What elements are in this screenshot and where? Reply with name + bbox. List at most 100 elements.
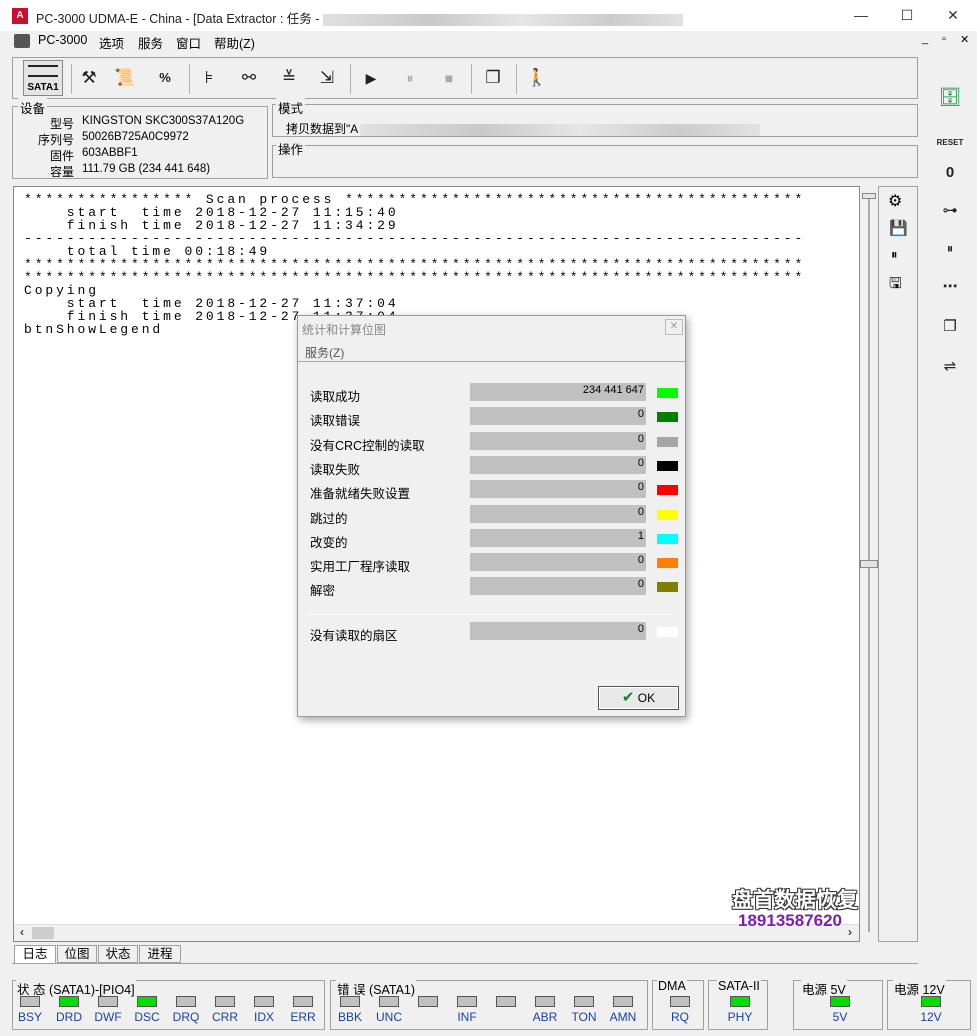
pause-device-icon[interactable]: ⏸ bbox=[932, 232, 968, 266]
probe-icon[interactable]: ⊶ bbox=[932, 194, 968, 228]
play-icon[interactable]: ▶ bbox=[355, 62, 387, 94]
power-zero-icon[interactable]: 0 bbox=[932, 156, 968, 190]
scroll-thumb[interactable] bbox=[32, 927, 54, 939]
status-led bbox=[293, 996, 313, 1007]
maximize-button[interactable]: ☐ bbox=[884, 0, 930, 31]
operation-group-label: 操作 bbox=[276, 139, 306, 158]
dialog-divider bbox=[307, 614, 673, 615]
status-led-label: ABR bbox=[532, 1010, 558, 1024]
stat-value-bar: 0 bbox=[470, 480, 646, 499]
stat-color-swatch bbox=[657, 509, 678, 520]
mode-group-label: 模式 bbox=[276, 98, 306, 117]
tab-status[interactable]: 状态 bbox=[98, 945, 138, 963]
settings-icon[interactable]: ⚙ bbox=[888, 191, 902, 211]
slider-thumb[interactable] bbox=[860, 560, 878, 568]
dialog-menu-service[interactable]: 服务(Z) bbox=[305, 344, 344, 361]
tab-log[interactable]: 日志 bbox=[14, 945, 56, 964]
scroll-icon[interactable]: 📜 bbox=[109, 62, 141, 94]
stat-color-swatch bbox=[657, 533, 678, 544]
toolbar-separator bbox=[189, 64, 190, 94]
copy-close-icon[interactable]: ❐ bbox=[932, 310, 968, 344]
stat-label: 改变的 bbox=[310, 535, 348, 550]
ok-label: OK bbox=[637, 691, 656, 705]
stack-icon[interactable]: ≚ bbox=[273, 62, 305, 94]
status-led bbox=[59, 996, 79, 1007]
status-led-label: BBK bbox=[337, 1010, 362, 1024]
unread-sectors-label: 没有读取的扇区 bbox=[310, 629, 398, 643]
menu-pc3000[interactable]: PC-3000 bbox=[38, 33, 87, 47]
stat-color-swatch bbox=[657, 485, 678, 496]
status-led bbox=[921, 996, 941, 1007]
dialog-title: 统计和计算位图 bbox=[302, 323, 387, 337]
right-command-bar: 🗄 RESET 0 ⊶ ⏸ ⋯ ❐ ⇌ bbox=[926, 80, 974, 380]
sata-port-button[interactable]: SATA1 bbox=[23, 60, 63, 96]
status-led bbox=[496, 996, 516, 1007]
child-restore-button[interactable]: ▫ bbox=[942, 33, 946, 45]
capacity-label: 容量 bbox=[49, 165, 74, 179]
status-led-label: 12V bbox=[920, 1010, 942, 1024]
reset-button[interactable]: RESET bbox=[932, 120, 968, 154]
status-led bbox=[137, 996, 157, 1007]
binoculars-icon[interactable]: ⚯ bbox=[233, 62, 265, 94]
status-led-label: DRD bbox=[56, 1010, 82, 1024]
status-led bbox=[254, 996, 274, 1007]
tab-bitmap[interactable]: 位图 bbox=[57, 945, 97, 963]
run-icon[interactable]: 🚶 bbox=[521, 62, 553, 94]
watermark-phone: 18913587620 bbox=[738, 911, 843, 930]
stat-value-bar: 0 bbox=[470, 455, 646, 474]
stat-value-bar: 0 bbox=[470, 407, 646, 426]
save-icon[interactable]: 💾 bbox=[889, 219, 908, 237]
pause-log-icon[interactable]: ⏸ bbox=[891, 247, 898, 263]
stat-color-swatch bbox=[657, 582, 678, 593]
percent-icon[interactable]: % bbox=[149, 62, 181, 94]
ok-button[interactable]: ✔ OK bbox=[598, 686, 679, 710]
slider-top-handle[interactable] bbox=[862, 193, 876, 199]
sata-port-label: SATA1 bbox=[27, 82, 59, 93]
stat-label: 读取错误 bbox=[310, 414, 361, 429]
connector-icon[interactable]: ⇌ bbox=[932, 350, 968, 384]
menu-window[interactable]: 窗口 bbox=[176, 33, 201, 52]
copy-window-icon[interactable]: ❐ bbox=[477, 62, 509, 94]
dialog-close-button[interactable]: ✕ bbox=[665, 319, 683, 335]
menu-options[interactable]: 选项 bbox=[99, 33, 124, 52]
status-led bbox=[340, 996, 360, 1007]
scroll-left-icon[interactable]: ‹ bbox=[20, 925, 24, 939]
watermark-name: 盘首数据恢复 bbox=[732, 889, 858, 912]
stat-label: 读取成功 bbox=[310, 390, 361, 404]
model-value: KINGSTON SKC300S37A120G bbox=[82, 115, 245, 127]
menu-service[interactable]: 服务 bbox=[138, 33, 163, 52]
stat-value-bar: 0 bbox=[470, 553, 646, 572]
horizontal-scrollbar[interactable]: ‹ › bbox=[14, 924, 859, 941]
bitmap-stats-dialog: 统计和计算位图 ✕ 服务(Z) 没有读取的扇区 0 ✔ OK 读取成功 234 4… bbox=[297, 315, 686, 717]
tools-icon[interactable]: ⚒ bbox=[73, 62, 105, 94]
log-line: ****************************************… bbox=[24, 270, 806, 285]
status-led bbox=[574, 996, 594, 1007]
sata-connector-icon bbox=[28, 65, 58, 77]
tab-process[interactable]: 进程 bbox=[139, 945, 181, 963]
status-led-label: RQ bbox=[671, 1010, 689, 1024]
stat-label: 实用工厂程序读取 bbox=[310, 560, 411, 575]
scroll-right-icon[interactable]: › bbox=[848, 925, 852, 939]
dialog-menu-bar: 服务(Z) bbox=[298, 340, 685, 362]
minimize-button[interactable]: — bbox=[838, 0, 884, 31]
close-button[interactable]: ✕ bbox=[930, 0, 976, 31]
app-logo-icon: A bbox=[12, 8, 28, 24]
status-led bbox=[535, 996, 555, 1007]
child-minimize-button[interactable]: _ bbox=[922, 33, 928, 45]
dialog-title-bar: 统计和计算位图 ✕ bbox=[298, 316, 685, 338]
status-led bbox=[215, 996, 235, 1007]
child-close-button[interactable]: ✕ bbox=[960, 33, 969, 46]
status-led-label: DSC bbox=[134, 1010, 160, 1024]
export-icon[interactable]: ⇲ bbox=[311, 62, 343, 94]
pause-icon[interactable]: ⏸ bbox=[394, 62, 426, 94]
status-led-label: DRQ bbox=[172, 1010, 200, 1024]
unread-sectors-bar: 0 bbox=[470, 622, 646, 640]
stop-icon[interactable]: ■ bbox=[433, 62, 465, 94]
board-icon[interactable]: ⋯ bbox=[932, 270, 968, 304]
save-as-icon[interactable]: 🖫 bbox=[889, 273, 902, 298]
menu-help[interactable]: 帮助(Z) bbox=[214, 33, 255, 52]
database-icon[interactable]: 🗄 bbox=[932, 80, 968, 114]
zoom-slider[interactable] bbox=[860, 192, 882, 937]
title-bar: A PC-3000 UDMA-E - China - [Data Extract… bbox=[0, 0, 977, 31]
tree-icon[interactable]: ⊧ bbox=[193, 62, 225, 94]
